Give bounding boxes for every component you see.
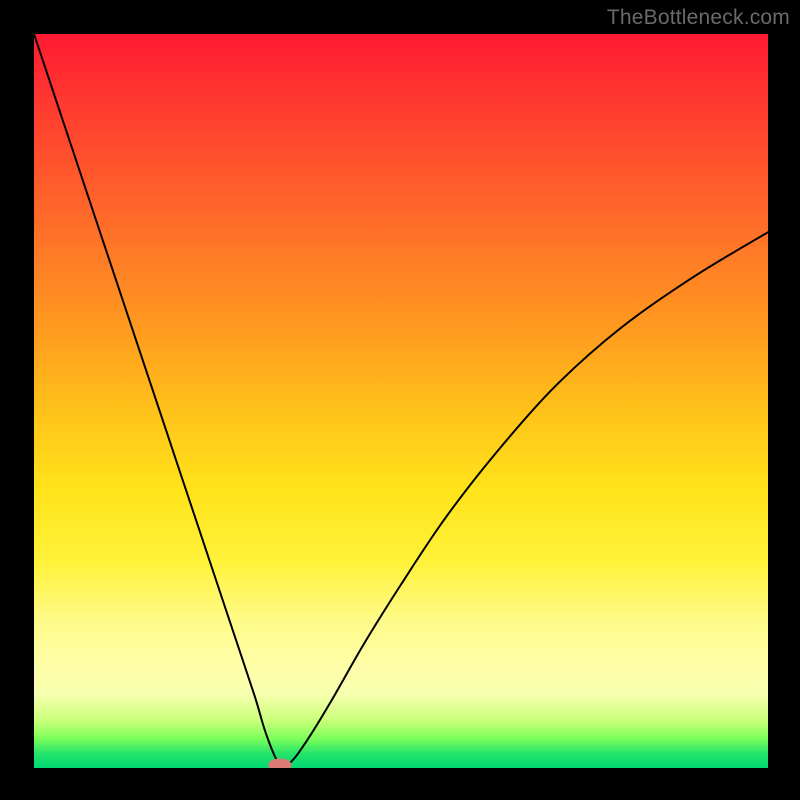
bottleneck-curve: [34, 34, 768, 768]
plot-area: [34, 34, 768, 768]
minimum-marker: [268, 758, 291, 768]
watermark-text: TheBottleneck.com: [607, 6, 790, 30]
curve-layer: [34, 34, 768, 768]
chart-container: TheBottleneck.com: [0, 0, 800, 800]
